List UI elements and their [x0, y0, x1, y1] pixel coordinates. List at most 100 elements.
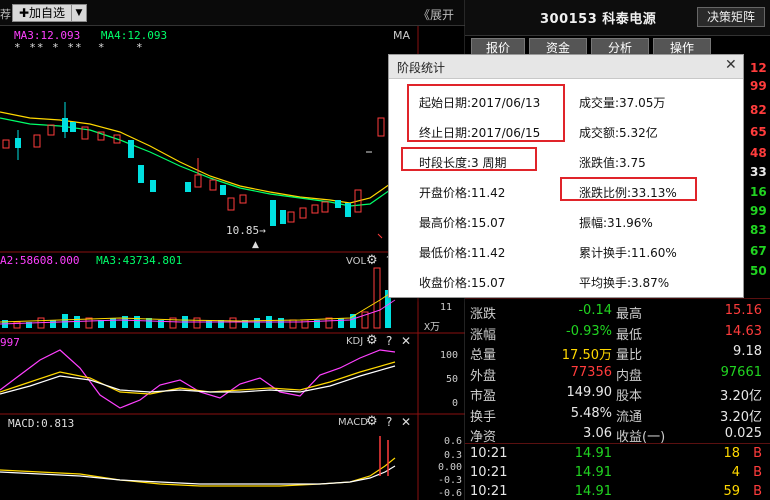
macd-tick-0: 0.6	[444, 436, 463, 447]
close-price: 收盘价格:15.07	[419, 276, 506, 290]
volume-legend: A2:58608.000 MA3:43734.801	[0, 254, 182, 267]
quote-value: 9.18	[733, 344, 762, 359]
order-book-edge-value: 50	[750, 264, 767, 278]
tick-price: 14.91	[574, 465, 612, 480]
quote-value: 3.20亿	[720, 389, 762, 404]
average-turnover: 平均换手:3.87%	[579, 276, 670, 290]
vol-axis-unit: X万	[424, 322, 441, 333]
change-value: 涨跌值:3.75	[579, 156, 646, 170]
order-book-edge-value: 12	[750, 61, 767, 75]
vol-ma3-legend: MA3:43734.801	[96, 254, 183, 267]
vol-pane-label: VOL	[346, 256, 367, 267]
date-range-highlight	[407, 84, 565, 142]
tick-volume: 18	[723, 446, 740, 461]
quote-label: 最高	[616, 307, 643, 322]
kdj-gear-icon[interactable]: ⚙	[366, 333, 378, 348]
ma-line-green	[0, 117, 391, 207]
quote-value: 15.16	[724, 303, 762, 318]
quote-label: 最低	[616, 327, 643, 343]
macd-tick-1: 0.3	[444, 450, 463, 461]
kdj-tick-50: 50	[446, 374, 459, 385]
kdj-close-icon[interactable]: ✕	[401, 334, 411, 348]
quote-value: 3.20亿	[720, 409, 762, 425]
order-book-edge-value: 65	[750, 125, 767, 139]
quote-label: 涨幅	[470, 327, 497, 343]
vol-gear-icon[interactable]: ⚙	[366, 253, 378, 268]
tick-time: 10:21	[470, 484, 508, 499]
volume-bars	[0, 267, 396, 329]
quote-value: 3.06	[583, 426, 612, 441]
tick-price: 14.91	[574, 446, 612, 461]
kdj-tick-100: 100	[440, 350, 459, 361]
macd-close-icon[interactable]: ✕	[401, 415, 411, 429]
quote-value: 14.63	[724, 323, 762, 339]
quote-label: 股本	[616, 389, 643, 404]
order-book-edge-value: 16	[750, 185, 767, 199]
macd-help-icon[interactable]: ?	[386, 415, 392, 429]
order-book-edge-value: 67	[750, 244, 767, 258]
quote-value: 149.90	[566, 385, 613, 400]
ma-pane-label: MA	[393, 29, 411, 42]
macd-tick-2: 0.00	[438, 462, 463, 473]
macd-legend: MACD:0.813	[8, 417, 75, 430]
dialog-title: 阶段统计	[397, 61, 446, 75]
quote-label: 内盘	[616, 368, 643, 384]
order-book-edge-value: 33	[750, 165, 767, 179]
macd-tick-3: -0.3	[438, 475, 463, 486]
order-book-edge-value: 99	[750, 79, 767, 93]
kdj-lines	[0, 349, 396, 409]
signal-stars: * ** * ** * *	[14, 41, 144, 54]
tick-volume: 59	[723, 484, 740, 499]
quote-value: 0.025	[724, 426, 762, 441]
tick-side: B	[753, 465, 762, 480]
quote-value: 97661	[720, 364, 762, 380]
open-price: 开盘价格:11.42	[419, 186, 506, 200]
decision-matrix-button[interactable]: 决策矩阵	[697, 7, 765, 27]
kdj-tick-0: 0	[452, 398, 459, 409]
order-book-edge-value: 99	[750, 204, 767, 218]
quote-value: -0.14	[578, 303, 612, 318]
dialog-close-icon[interactable]: ✕	[725, 57, 737, 73]
kdj-help-icon[interactable]: ?	[386, 334, 392, 348]
macd-gear-icon[interactable]: ⚙	[366, 414, 378, 429]
low-price-label: 10.85→	[226, 224, 266, 237]
high-price: 最高价格:15.07	[419, 216, 506, 230]
kdj-pane-label: KDJ	[346, 336, 364, 347]
tick-time: 10:21	[470, 446, 508, 461]
volume-stat: 成交量:37.05万	[579, 96, 666, 110]
quote-label: 流通	[616, 409, 643, 425]
tick-side: B	[753, 446, 762, 461]
quote-value: 17.50万	[561, 348, 612, 363]
amount-stat: 成交额:5.32亿	[579, 126, 658, 140]
cumulative-turnover: 累计换手:11.60%	[579, 246, 677, 260]
quote-label: 市盈	[470, 389, 497, 404]
vol-ma2-legend: A2:58608.000	[0, 254, 80, 267]
vol-axis-value: 11	[440, 302, 453, 313]
kdj-left-value: 997	[0, 336, 20, 349]
low-price: 最低价格:11.42	[419, 246, 506, 260]
quote-label: 总量	[470, 348, 497, 363]
quote-label: 外盘	[470, 368, 497, 384]
quote-value: 5.48%	[570, 405, 612, 421]
order-book-edge-value: 83	[750, 223, 767, 237]
period-stats-dialog[interactable]: 阶段统计 ✕ 起始日期:2017/06/13 终止日期:2017/06/15 时…	[388, 54, 744, 298]
macd-lines	[0, 436, 396, 487]
quote-label: 量比	[616, 348, 643, 363]
amplitude-stat: 振幅:31.96%	[579, 216, 653, 230]
quote-label: 涨跌	[470, 307, 497, 322]
order-book-edge-value: 48	[750, 146, 767, 160]
tick-volume: 4	[731, 465, 740, 480]
macd-tick-4: -0.6	[438, 488, 463, 499]
tick-side: B	[753, 484, 762, 499]
period-highlight	[401, 147, 537, 171]
quote-label: 换手	[470, 409, 497, 425]
stock-title: 300153 科泰电源	[540, 12, 657, 27]
up-marker-icon: ▲	[252, 240, 259, 250]
tick-time: 10:21	[470, 465, 508, 480]
quote-separator-ticks	[465, 443, 770, 444]
macd-pane-label: MACD	[338, 417, 368, 428]
quote-separator-top	[465, 298, 770, 299]
candles	[2, 102, 385, 239]
order-book-edge-value: 82	[750, 103, 767, 117]
change-pct-highlight	[560, 177, 697, 201]
